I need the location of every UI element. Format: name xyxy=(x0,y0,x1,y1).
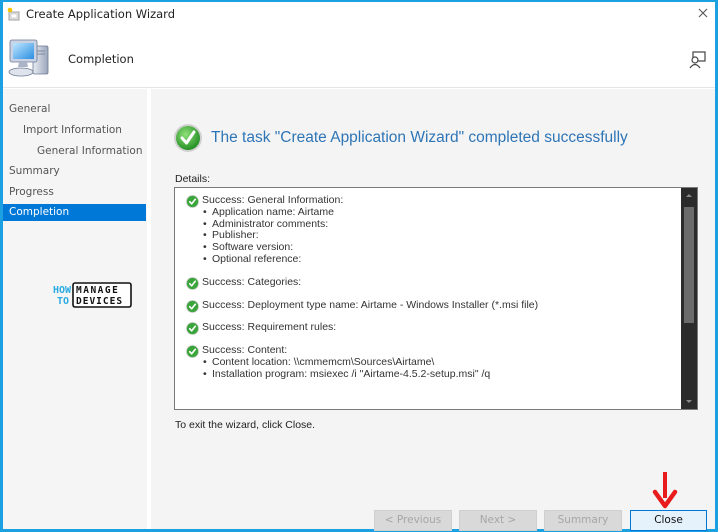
window-title: Create Application Wizard xyxy=(26,7,176,21)
nav-item-summary[interactable]: Summary xyxy=(3,163,146,180)
details-entry: Success: General Information:Application… xyxy=(186,194,671,266)
logo-devices-text: DEVICES xyxy=(76,296,123,307)
details-label: Details: xyxy=(175,173,211,185)
details-entry-heading: Success: Requirement rules: xyxy=(202,321,337,334)
exit-instruction: To exit the wizard, click Close. xyxy=(175,419,316,431)
summary-button[interactable]: Summary xyxy=(544,510,622,531)
feedback-icon[interactable] xyxy=(687,50,707,70)
success-check-icon xyxy=(186,195,199,208)
wizard-buttons: < Previous Next > Summary Close xyxy=(151,510,715,532)
scroll-down-arrow-icon[interactable] xyxy=(681,395,697,409)
nav-item-progress[interactable]: Progress xyxy=(3,184,146,201)
details-entry-item: Installation program: msiexec /i "Airtam… xyxy=(202,368,671,381)
wizard-header: Completion xyxy=(3,28,715,88)
computer-icon xyxy=(8,39,49,77)
scroll-thumb[interactable] xyxy=(684,207,694,323)
success-banner: The task "Create Application Wizard" com… xyxy=(173,123,628,153)
details-entry-item: Administrator comments: xyxy=(202,218,671,231)
details-entry: Success: Requirement rules: xyxy=(186,321,671,336)
title-bar: Create Application Wizard xyxy=(3,2,715,28)
wizard-content: The task "Create Application Wizard" com… xyxy=(151,89,715,532)
details-scrollbar[interactable] xyxy=(681,188,697,409)
nav-item-completion[interactable]: Completion xyxy=(3,204,146,221)
next-button[interactable]: Next > xyxy=(459,510,537,531)
success-check-icon xyxy=(186,345,199,359)
logo-to-text: TO xyxy=(57,296,69,307)
details-entry: Success: Deployment type name: Airtame -… xyxy=(186,298,671,313)
close-window-icon[interactable] xyxy=(695,5,711,21)
details-entry-items: Application name: AirtameAdministrator c… xyxy=(202,206,671,266)
details-entry: Success: Content:Content location: \\cmm… xyxy=(186,344,671,381)
nav-item-import-information[interactable]: Import Information xyxy=(3,122,146,139)
wizard-window: Create Application Wizard Completion Gen… xyxy=(0,0,718,532)
close-button[interactable]: Close xyxy=(630,510,707,531)
details-entry-item: Application name: Airtame xyxy=(202,206,671,219)
success-message: The task "Create Application Wizard" com… xyxy=(211,129,628,146)
success-check-icon xyxy=(186,299,199,313)
previous-button[interactable]: < Previous xyxy=(374,510,452,531)
nav-item-general[interactable]: General xyxy=(3,101,146,118)
details-entry-heading: Success: Deployment type name: Airtame -… xyxy=(202,298,539,311)
app-wizard-icon xyxy=(7,7,20,21)
details-entry-item: Optional reference: xyxy=(202,253,671,266)
details-list: Success: General Information:Application… xyxy=(186,194,671,381)
details-entry: Success: Categories: xyxy=(186,275,671,290)
details-entry-heading: Success: Categories: xyxy=(202,275,302,288)
how-to-manage-devices-logo: HOW TO MANAGE DEVICES xyxy=(53,282,132,308)
details-entry-item: Content location: \\cmmemcm\Sources\Airt… xyxy=(202,356,671,369)
logo-how-text: HOW xyxy=(53,285,72,296)
logo-manage-text: MANAGE xyxy=(76,285,119,296)
scroll-up-arrow-icon[interactable] xyxy=(681,188,697,202)
page-title: Completion xyxy=(68,52,134,66)
success-check-icon xyxy=(186,322,199,336)
details-entry-items: Content location: \\cmmemcm\Sources\Airt… xyxy=(202,356,671,381)
success-check-icon xyxy=(174,124,202,152)
wizard-navigation: General Import Information General Infor… xyxy=(3,89,149,529)
red-arrow-annotation-icon xyxy=(652,472,678,509)
nav-item-general-information[interactable]: General Information xyxy=(3,143,146,160)
success-check-icon xyxy=(186,276,199,290)
details-textbox[interactable]: Success: General Information:Application… xyxy=(174,187,698,410)
